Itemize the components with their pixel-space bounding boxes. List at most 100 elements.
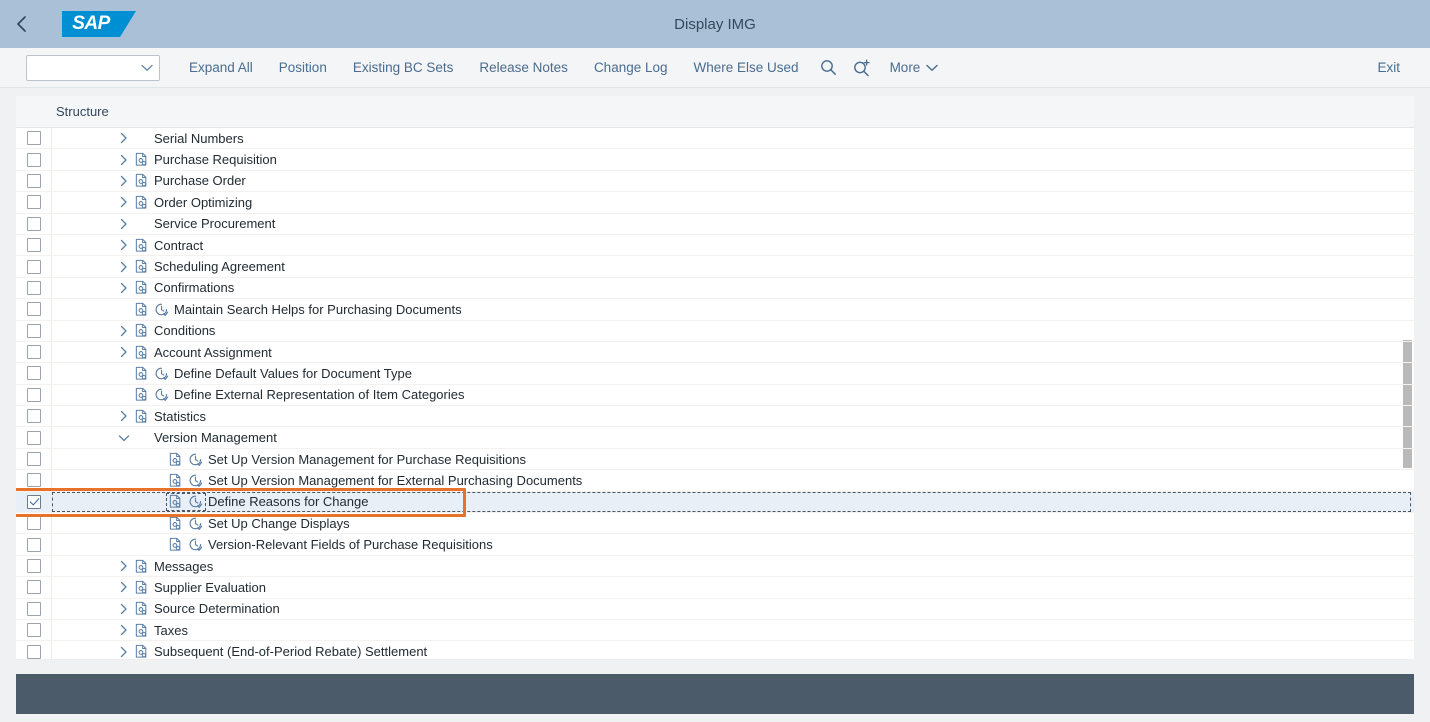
table-row[interactable]: Service Procurement <box>16 213 1414 235</box>
row-checkbox-cell[interactable] <box>16 470 52 491</box>
row-label[interactable]: Define Default Values for Document Type <box>170 366 412 381</box>
row-checkbox-cell[interactable] <box>16 256 52 277</box>
row-checkbox[interactable] <box>26 345 41 360</box>
img-document-icon-slot[interactable] <box>132 302 150 317</box>
row-checkbox[interactable] <box>26 516 41 531</box>
row-label[interactable]: Subsequent (End-of-Period Rebate) Settle… <box>150 644 427 659</box>
advanced-search-button[interactable] <box>846 54 880 82</box>
img-document-icon-slot[interactable] <box>132 366 150 381</box>
row-label[interactable]: Account Assignment <box>150 345 272 360</box>
row-checkbox[interactable] <box>26 601 41 616</box>
row-checkbox[interactable] <box>26 452 41 467</box>
row-label[interactable]: Define Reasons for Change <box>204 494 368 509</box>
table-row[interactable]: Set Up Change Displays <box>16 513 1414 535</box>
img-document-icon-slot[interactable] <box>166 473 184 488</box>
expand-toggle[interactable] <box>116 282 132 294</box>
table-row[interactable]: Scheduling Agreement <box>16 256 1414 278</box>
table-row[interactable]: Purchase Order <box>16 170 1414 193</box>
row-checkbox-cell[interactable] <box>16 149 52 170</box>
img-document-icon-slot[interactable] <box>132 280 150 295</box>
table-row[interactable]: Maintain Search Helps for Purchasing Doc… <box>16 299 1414 321</box>
expand-toggle[interactable] <box>116 175 132 187</box>
img-document-icon-slot[interactable] <box>132 259 150 274</box>
row-checkbox[interactable] <box>26 473 41 488</box>
row-checkbox[interactable] <box>26 387 41 402</box>
table-row[interactable]: Subsequent (End-of-Period Rebate) Settle… <box>16 641 1414 659</box>
row-checkbox-cell[interactable] <box>16 128 52 149</box>
table-row[interactable]: Statistics <box>16 406 1414 428</box>
exit-button[interactable]: Exit <box>1365 56 1412 79</box>
variant-select[interactable] <box>26 54 160 81</box>
expand-toggle[interactable] <box>116 261 132 273</box>
row-checkbox[interactable] <box>26 409 41 424</box>
table-row[interactable]: Order Optimizing <box>16 192 1414 214</box>
row-checkbox-cell[interactable] <box>16 534 52 555</box>
row-label[interactable]: Messages <box>150 559 213 574</box>
table-row[interactable]: Confirmations <box>16 277 1414 300</box>
row-label[interactable]: Version-Relevant Fields of Purchase Requ… <box>204 537 493 552</box>
structure-tree[interactable]: Serial Numbers Purchase Requisition Purcha… <box>16 128 1414 659</box>
sap-logo[interactable]: SAP <box>62 11 136 37</box>
table-row[interactable]: Purchase Requisition <box>16 149 1414 171</box>
row-label[interactable]: Confirmations <box>150 280 234 295</box>
row-label[interactable]: Statistics <box>150 409 206 424</box>
row-checkbox-cell[interactable] <box>16 320 52 341</box>
activity-clock-icon-slot[interactable] <box>186 537 204 552</box>
img-document-icon-slot[interactable] <box>132 345 150 360</box>
search-button[interactable] <box>812 54 846 82</box>
img-document-icon-slot[interactable] <box>166 452 184 467</box>
row-label[interactable]: Taxes <box>150 623 188 638</box>
back-button[interactable] <box>0 0 44 48</box>
table-row[interactable]: Source Determination <box>16 598 1414 620</box>
expand-all-button[interactable]: Expand All <box>176 56 266 79</box>
expand-toggle[interactable] <box>116 624 132 636</box>
row-label[interactable]: Contract <box>150 238 203 253</box>
row-checkbox-cell[interactable] <box>16 513 52 534</box>
row-checkbox[interactable] <box>26 238 41 253</box>
activity-clock-icon-slot[interactable] <box>186 452 204 467</box>
row-checkbox-cell[interactable] <box>16 234 52 256</box>
row-label[interactable]: Set Up Version Management for Purchase R… <box>204 452 526 467</box>
row-label[interactable]: Set Up Change Displays <box>204 516 350 531</box>
more-button[interactable]: More <box>880 56 949 79</box>
row-checkbox-cell[interactable] <box>16 555 52 577</box>
table-row[interactable]: Serial Numbers <box>16 128 1414 150</box>
table-row[interactable]: Set Up Version Management for Purchase R… <box>16 448 1414 471</box>
row-checkbox[interactable] <box>26 559 41 573</box>
table-row[interactable]: Define Default Values for Document Type <box>16 363 1414 385</box>
table-row[interactable]: Conditions <box>16 320 1414 342</box>
img-document-icon-slot[interactable] <box>132 580 150 595</box>
img-document-icon-slot[interactable] <box>132 644 150 659</box>
table-row[interactable]: Taxes <box>16 619 1414 642</box>
img-document-icon-slot[interactable] <box>132 409 150 424</box>
collapse-toggle[interactable] <box>116 433 132 443</box>
existing-bc-sets-button[interactable]: Existing BC Sets <box>340 56 467 79</box>
expand-toggle[interactable] <box>116 581 132 593</box>
row-checkbox-cell[interactable] <box>16 619 52 641</box>
row-checkbox-cell[interactable] <box>16 213 52 234</box>
img-document-icon-slot[interactable] <box>132 238 150 253</box>
row-checkbox-cell[interactable] <box>16 299 52 320</box>
row-checkbox[interactable] <box>26 131 41 146</box>
expand-toggle[interactable] <box>116 154 132 166</box>
activity-clock-icon-slot[interactable] <box>186 473 204 488</box>
row-checkbox[interactable] <box>26 644 41 659</box>
activity-clock-icon-slot[interactable] <box>152 366 170 381</box>
where-else-used-button[interactable]: Where Else Used <box>681 56 812 79</box>
row-label[interactable]: Purchase Order <box>150 173 246 188</box>
row-label[interactable]: Set Up Version Management for External P… <box>204 473 582 488</box>
row-label[interactable]: Define External Representation of Item C… <box>170 387 465 402</box>
img-document-icon-slot[interactable] <box>132 559 150 574</box>
row-checkbox-cell[interactable] <box>16 598 52 619</box>
row-checkbox[interactable] <box>26 323 41 338</box>
row-checkbox[interactable] <box>26 580 41 595</box>
row-label[interactable]: Supplier Evaluation <box>150 580 266 595</box>
release-notes-button[interactable]: Release Notes <box>466 56 581 79</box>
change-log-button[interactable]: Change Log <box>581 56 681 79</box>
position-button[interactable]: Position <box>266 56 340 79</box>
expand-toggle[interactable] <box>116 560 132 572</box>
row-label[interactable]: Order Optimizing <box>150 195 252 210</box>
row-checkbox[interactable] <box>26 173 41 188</box>
row-checkbox-cell[interactable] <box>16 448 52 470</box>
row-checkbox[interactable] <box>26 280 41 295</box>
